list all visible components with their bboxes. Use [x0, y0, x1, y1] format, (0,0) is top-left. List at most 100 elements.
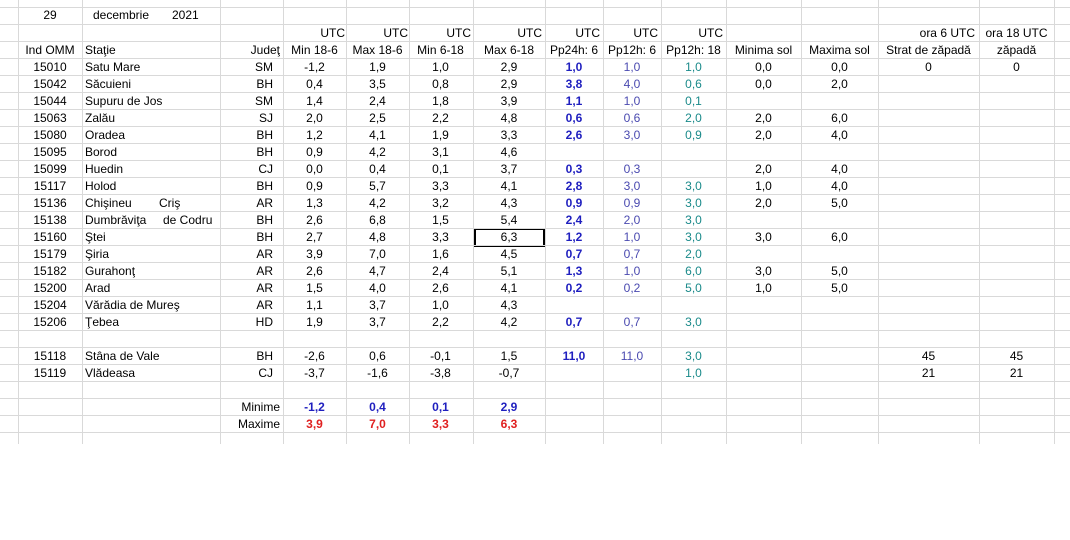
summary-maxime-value[interactable]: 7,0 — [346, 416, 409, 432]
cell-max186[interactable]: 3,7 — [346, 297, 409, 313]
cell-minsol[interactable]: 0,0 — [726, 76, 801, 92]
cell-max186[interactable]: 2,4 — [346, 93, 409, 109]
cell-pp24[interactable]: 1,1 — [545, 93, 603, 109]
utc-label[interactable]: UTC — [603, 25, 661, 41]
cell-max618[interactable]: 3,7 — [473, 161, 545, 177]
cell-strat[interactable] — [878, 127, 979, 143]
cell-min186[interactable]: 2,6 — [283, 212, 346, 228]
col-header-pp12-6[interactable]: Pp12h: 6 — [603, 42, 661, 58]
cell-max618[interactable]: 4,3 — [473, 297, 545, 313]
cell-pp24[interactable]: 0,6 — [545, 110, 603, 126]
cell-pp12_6[interactable]: 2,0 — [603, 212, 661, 228]
cell-judet[interactable]: AR — [218, 195, 276, 211]
cell-judet[interactable]: AR — [218, 246, 276, 262]
cell-maxsol[interactable] — [801, 348, 878, 364]
cell-maxsol[interactable] — [801, 246, 878, 262]
cell-zapada[interactable] — [979, 76, 1054, 92]
cell-min618[interactable]: 1,0 — [409, 59, 472, 75]
cell-strat[interactable] — [878, 314, 979, 330]
cell-judet[interactable]: AR — [218, 297, 276, 313]
cell-max618[interactable]: 4,3 — [473, 195, 545, 211]
cell-zapada[interactable]: 21 — [979, 365, 1054, 381]
cell-min618[interactable]: 3,3 — [409, 178, 472, 194]
cell-minsol[interactable]: 3,0 — [726, 263, 801, 279]
summary-minime-label[interactable]: Minime — [218, 399, 283, 415]
cell-min186[interactable]: 2,6 — [283, 263, 346, 279]
cell-max618[interactable]: 2,9 — [473, 76, 545, 92]
cell-pp24[interactable]: 0,2 — [545, 280, 603, 296]
col-header-statie[interactable]: Staţie — [83, 42, 165, 58]
cell-maxsol[interactable] — [801, 297, 878, 313]
cell-pp12_18[interactable]: 3,0 — [661, 178, 726, 194]
cell-pp12_18[interactable]: 0,9 — [661, 127, 726, 143]
cell-min618[interactable]: 1,0 — [409, 297, 472, 313]
cell-max186[interactable]: 0,6 — [346, 348, 409, 364]
cell-maxsol[interactable] — [801, 314, 878, 330]
summary-minime-value[interactable]: -1,2 — [283, 399, 346, 415]
cell-min186[interactable]: 1,3 — [283, 195, 346, 211]
cell-maxsol[interactable] — [801, 365, 878, 381]
cell-min618[interactable]: 2,2 — [409, 314, 472, 330]
cell-min186[interactable]: 2,7 — [283, 229, 346, 245]
col-header-minsol[interactable]: Minima sol — [726, 42, 801, 58]
cell-strat[interactable] — [878, 93, 979, 109]
cell-ind[interactable]: 15118 — [18, 348, 82, 364]
cell-zapada[interactable] — [979, 297, 1054, 313]
cell-min618[interactable]: 2,4 — [409, 263, 472, 279]
cell-minsol[interactable]: 2,0 — [726, 161, 801, 177]
cell-min618[interactable]: 3,3 — [409, 229, 472, 245]
cell-pp12_18[interactable] — [661, 144, 726, 160]
cell-max618[interactable]: 3,9 — [473, 93, 545, 109]
cell-maxsol[interactable]: 2,0 — [801, 76, 878, 92]
cell-pp24[interactable]: 1,0 — [545, 59, 603, 75]
cell-min618[interactable]: -3,8 — [409, 365, 472, 381]
cell-pp12_18[interactable]: 6,0 — [661, 263, 726, 279]
cell-max618[interactable]: 4,1 — [473, 280, 545, 296]
cell-pp12_6[interactable]: 4,0 — [603, 76, 661, 92]
cell-minsol[interactable] — [726, 365, 801, 381]
cell-ind[interactable]: 15010 — [18, 59, 82, 75]
cell-pp12_18[interactable] — [661, 161, 726, 177]
date-day[interactable]: 29 — [18, 7, 82, 23]
cell-zapada[interactable] — [979, 144, 1054, 160]
cell-pp12_6[interactable]: 0,6 — [603, 110, 661, 126]
cell-min618[interactable]: 0,8 — [409, 76, 472, 92]
cell-max186[interactable]: 2,5 — [346, 110, 409, 126]
cell-min618[interactable]: -0,1 — [409, 348, 472, 364]
cell-min186[interactable]: 0,0 — [283, 161, 346, 177]
cell-max186[interactable]: 1,9 — [346, 59, 409, 75]
cell-minsol[interactable] — [726, 144, 801, 160]
cell-max186[interactable]: 4,7 — [346, 263, 409, 279]
cell-pp12_18[interactable]: 2,0 — [661, 110, 726, 126]
cell-ind[interactable]: 15044 — [18, 93, 82, 109]
summary-maxime-value[interactable]: 3,3 — [409, 416, 472, 432]
ora6-label[interactable]: ora 6 UTC — [878, 25, 978, 41]
cell-pp24[interactable] — [545, 144, 603, 160]
cell-maxsol[interactable] — [801, 144, 878, 160]
cell-judet[interactable]: BH — [218, 212, 276, 228]
utc-label[interactable]: UTC — [283, 25, 348, 41]
cell-judet[interactable]: SM — [218, 59, 276, 75]
cell-judet[interactable]: AR — [218, 280, 276, 296]
col-header-min618[interactable]: Min 6-18 — [409, 42, 472, 58]
cell-pp24[interactable]: 3,8 — [545, 76, 603, 92]
cell-zapada[interactable] — [979, 161, 1054, 177]
cell-strat[interactable] — [878, 297, 979, 313]
cell-minsol[interactable]: 2,0 — [726, 110, 801, 126]
cell-min186[interactable]: 0,9 — [283, 178, 346, 194]
cell-pp12_18[interactable]: 3,0 — [661, 195, 726, 211]
cell-strat[interactable]: 45 — [878, 348, 979, 364]
summary-minime-value[interactable]: 2,9 — [473, 399, 545, 415]
cell-minsol[interactable]: 3,0 — [726, 229, 801, 245]
cell-pp12_6[interactable]: 0,7 — [603, 314, 661, 330]
cell-max618[interactable]: 4,8 — [473, 110, 545, 126]
cell-pp24[interactable]: 2,4 — [545, 212, 603, 228]
cell-maxsol[interactable]: 6,0 — [801, 229, 878, 245]
cell-zapada[interactable] — [979, 93, 1054, 109]
cell-pp24[interactable] — [545, 365, 603, 381]
cell-max618[interactable]: -0,7 — [473, 365, 545, 381]
cell-pp12_6[interactable]: 1,0 — [603, 263, 661, 279]
cell-pp12_18[interactable]: 1,0 — [661, 365, 726, 381]
cell-judet[interactable]: CJ — [218, 161, 276, 177]
cell-min186[interactable]: 3,9 — [283, 246, 346, 262]
